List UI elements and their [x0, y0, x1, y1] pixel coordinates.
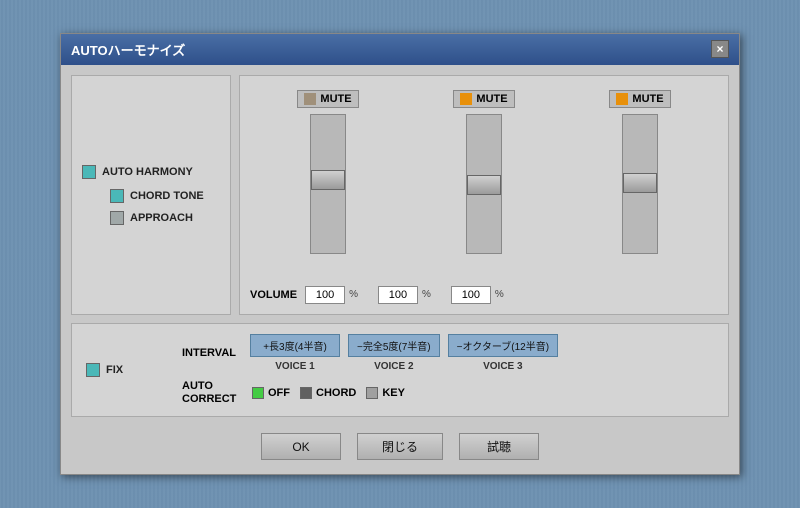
right-controls: INTERVAL +長3度(4半音) VOICE 1 −完全5度(7半音) VO… — [182, 334, 714, 406]
fix-label: FIX — [106, 364, 123, 376]
voice2-col: −完全5度(7半音) VOICE 2 — [348, 334, 440, 372]
slider-handle-1[interactable] — [311, 170, 345, 190]
mute-indicator-3 — [616, 93, 628, 105]
slider-handle-3[interactable] — [623, 173, 657, 193]
close-dialog-button[interactable]: 閉じる — [357, 433, 443, 460]
voice3-label: VOICE 3 — [483, 361, 522, 372]
chord-tone-checkbox[interactable] — [110, 189, 124, 203]
chord-indicator[interactable] — [300, 387, 312, 399]
top-section: AUTO HARMONY CHORD TONE APPROACH — [71, 75, 729, 315]
volume-input-3[interactable] — [451, 286, 491, 304]
key-indicator[interactable] — [366, 387, 378, 399]
autocorrect-row: AUTO CORRECT OFF CHORD KEY — [182, 380, 714, 406]
voice1-col: +長3度(4半音) VOICE 1 — [250, 334, 340, 372]
voice3-col: −オクターブ(12半音) VOICE 3 — [448, 334, 558, 372]
mute-indicator-1 — [304, 93, 316, 105]
pct-label-2: % — [422, 289, 431, 300]
off-indicator[interactable] — [252, 387, 264, 399]
voice2-interval-btn[interactable]: −完全5度(7半音) — [348, 334, 440, 357]
slider-2[interactable] — [466, 114, 502, 254]
left-panel: AUTO HARMONY CHORD TONE APPROACH — [71, 75, 231, 315]
autocorrect-label: AUTO CORRECT — [182, 380, 242, 406]
voice2-label: VOICE 2 — [374, 361, 413, 372]
slider-col-3: MUTE — [562, 86, 718, 280]
approach-checkbox[interactable] — [110, 211, 124, 225]
mute-button-2[interactable]: MUTE — [453, 90, 514, 108]
key-label: KEY — [382, 387, 405, 399]
trial-button[interactable]: 試聴 — [459, 433, 539, 460]
mute-indicator-2 — [460, 93, 472, 105]
auto-harmony-label: AUTO HARMONY — [102, 166, 193, 178]
slider-panel: MUTE MUTE — [239, 75, 729, 315]
interval-label: INTERVAL — [182, 347, 242, 359]
auto-harmonize-dialog: AUTOハーモナイズ × AUTO HARMONY CHORD TONE — [60, 33, 740, 475]
dialog-body: AUTO HARMONY CHORD TONE APPROACH — [61, 65, 739, 474]
slider-3[interactable] — [622, 114, 658, 254]
volume-row: VOLUME % % % — [250, 286, 718, 304]
footer: OK 閉じる 試聴 — [71, 425, 729, 464]
auto-harmony-checkbox[interactable] — [82, 165, 96, 179]
voice1-interval-btn[interactable]: +長3度(4半音) — [250, 334, 340, 357]
off-option[interactable]: OFF — [252, 387, 290, 399]
volume-input-2[interactable] — [378, 286, 418, 304]
pct-label-1: % — [349, 289, 358, 300]
auto-harmony-option[interactable]: AUTO HARMONY — [82, 165, 220, 179]
voice1-label: VOICE 1 — [275, 361, 314, 372]
title-bar: AUTOハーモナイズ × — [61, 34, 739, 65]
approach-option[interactable]: APPROACH — [110, 211, 220, 225]
slider-handle-2[interactable] — [467, 175, 501, 195]
ok-button[interactable]: OK — [261, 433, 341, 460]
approach-label: APPROACH — [130, 212, 193, 224]
volume-input-1[interactable] — [305, 286, 345, 304]
interval-row: INTERVAL +長3度(4半音) VOICE 1 −完全5度(7半音) VO… — [182, 334, 714, 372]
chord-label: CHORD — [316, 387, 356, 399]
chord-tone-label: CHORD TONE — [130, 190, 204, 202]
mute-label-1: MUTE — [320, 93, 351, 105]
off-label: OFF — [268, 387, 290, 399]
fix-option[interactable]: FIX — [86, 363, 166, 377]
mute-label-2: MUTE — [476, 93, 507, 105]
pct-label-3: % — [495, 289, 504, 300]
chord-tone-option[interactable]: CHORD TONE — [110, 189, 220, 203]
sub-options: CHORD TONE APPROACH — [100, 189, 220, 225]
key-option[interactable]: KEY — [366, 387, 405, 399]
mute-button-3[interactable]: MUTE — [609, 90, 670, 108]
slider-col-1: MUTE — [250, 86, 406, 280]
slider-col-2: MUTE — [406, 86, 562, 280]
bottom-section: FIX INTERVAL +長3度(4半音) VOICE 1 −完全5度(7半音… — [71, 323, 729, 417]
mute-label-3: MUTE — [632, 93, 663, 105]
dialog-title: AUTOハーモナイズ — [71, 40, 185, 59]
volume-label: VOLUME — [250, 289, 297, 301]
close-button[interactable]: × — [711, 40, 729, 58]
mute-button-1[interactable]: MUTE — [297, 90, 358, 108]
fix-checkbox[interactable] — [86, 363, 100, 377]
voice3-interval-btn[interactable]: −オクターブ(12半音) — [448, 334, 558, 357]
slider-1[interactable] — [310, 114, 346, 254]
chord-option[interactable]: CHORD — [300, 387, 356, 399]
sliders-area: MUTE MUTE — [250, 86, 718, 280]
